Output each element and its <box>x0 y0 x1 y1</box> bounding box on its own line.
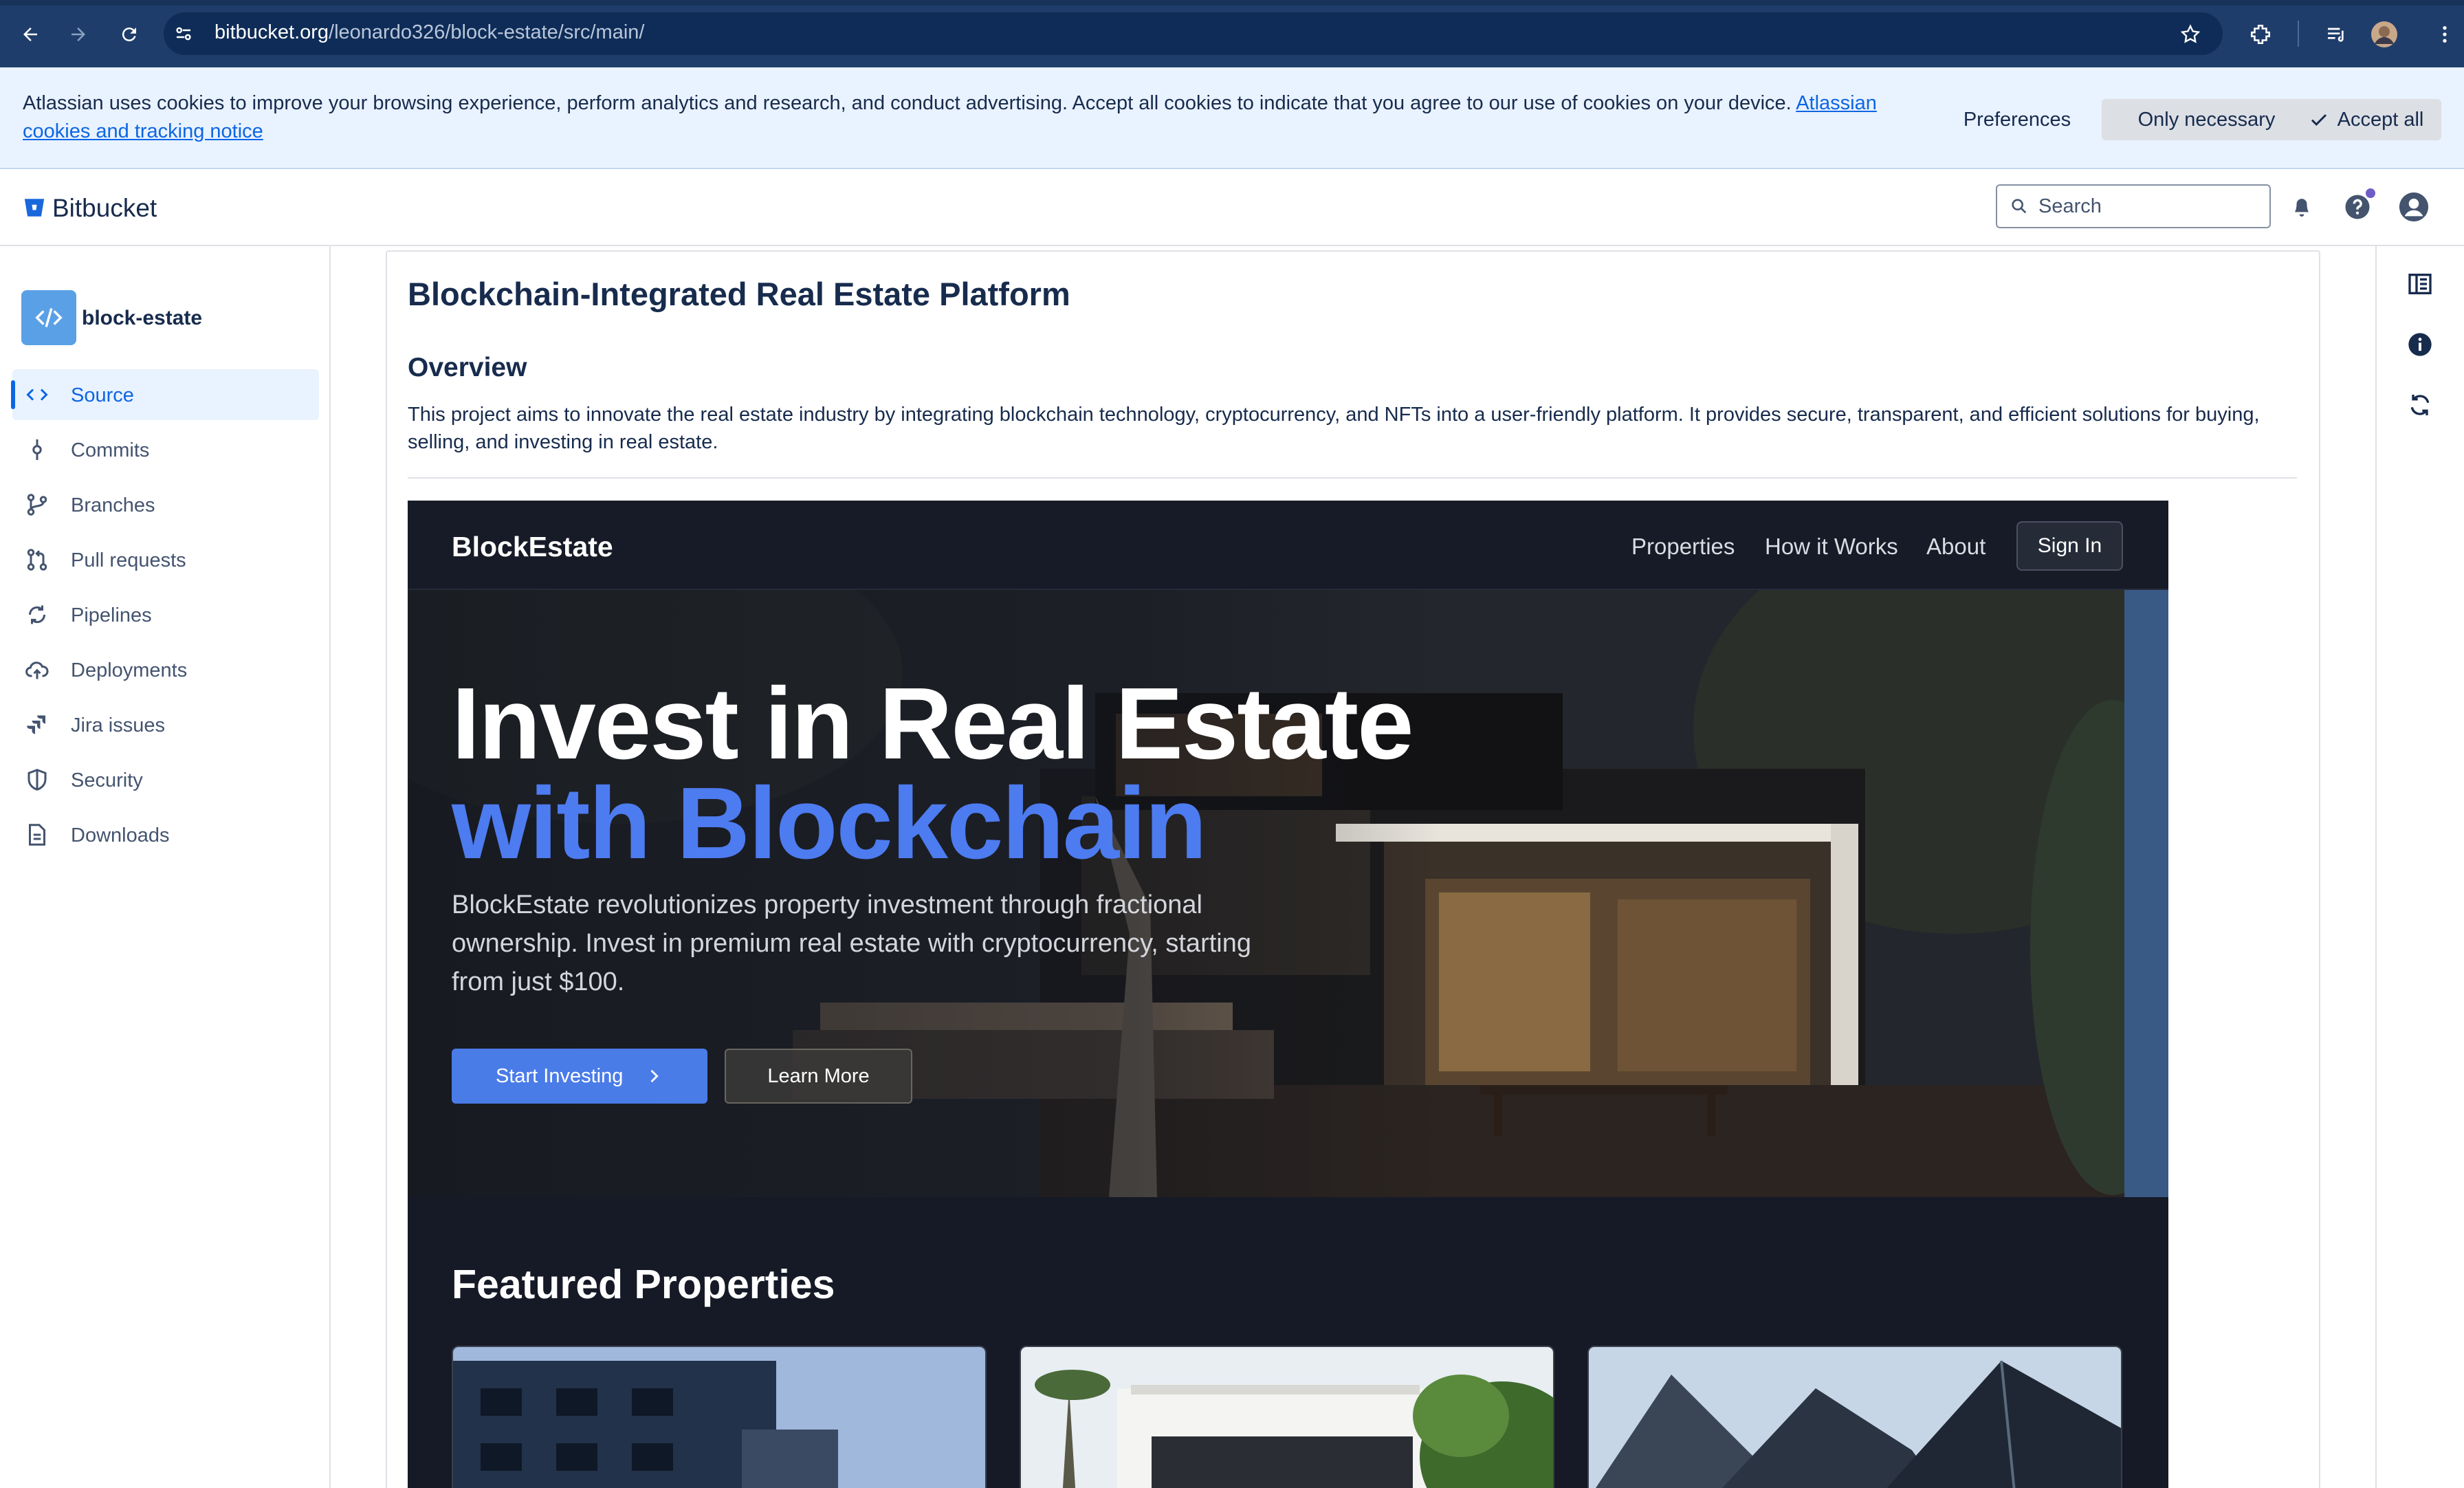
forward-arrow-icon <box>72 28 85 41</box>
sidebar-item-label: Pipelines <box>71 604 152 626</box>
sidebar-item-source[interactable]: Source <box>11 369 319 420</box>
cookie-accept-all-button[interactable]: Accept all <box>2291 99 2441 140</box>
search-icon <box>2010 197 2029 216</box>
preview-nav-about: About <box>1926 534 1986 559</box>
site-info-icon[interactable] <box>173 23 194 44</box>
divider <box>408 477 2297 479</box>
sidebar-item-label: Pull requests <box>71 549 186 571</box>
preview-brand: BlockEstate <box>452 531 613 562</box>
back-button[interactable] <box>12 17 48 52</box>
url-host: bitbucket.org <box>214 21 329 43</box>
villa-photo <box>1021 1347 1553 1488</box>
media-controls-icon[interactable] <box>2318 17 2354 52</box>
preview-sign-in-button: Sign In <box>2016 521 2123 571</box>
cookie-only-necessary-button[interactable]: Only necessary <box>2102 99 2311 140</box>
readme-title: Blockchain-Integrated Real Estate Platfo… <box>408 276 1070 312</box>
preview-featured-heading: Featured Properties <box>452 1262 835 1307</box>
sidebar-item-label: Source <box>71 384 134 406</box>
sidebar-item-label: Deployments <box>71 659 188 681</box>
preview-nav-how-it-works: How it Works <box>1765 534 1898 559</box>
help-badge <box>2366 188 2375 198</box>
repo-avatar[interactable] <box>21 290 76 345</box>
code-icon <box>26 389 48 401</box>
preview-property-card <box>452 1346 987 1488</box>
sidebar-item-label: Commits <box>71 439 150 461</box>
app-preview-image: BlockEstate Properties How it Works Abou… <box>408 501 2168 1488</box>
pipelines-icon <box>28 605 46 624</box>
url-text: bitbucket.org/leonardo326/block-estate/s… <box>214 21 644 44</box>
cookie-message: Atlassian uses cookies to improve your b… <box>23 92 1792 114</box>
checkmark-icon <box>2311 114 2326 126</box>
sync-icon[interactable] <box>2406 391 2434 419</box>
preview-headline-line1: Invest in Real Estate <box>452 667 1414 780</box>
preview-hero: Invest in Real Estate with Blockchain Bl… <box>408 590 2168 1197</box>
pull-request-icon <box>27 549 47 571</box>
chevron-right-icon <box>650 1069 659 1083</box>
sidebar-item-label: Jira issues <box>71 714 165 736</box>
account-avatar-icon[interactable] <box>2398 191 2430 223</box>
preview-edge-strip <box>2124 590 2168 1197</box>
extensions-icon[interactable] <box>2243 17 2278 52</box>
repo-name[interactable]: block-estate <box>82 307 202 330</box>
sidebar-item-downloads[interactable]: Downloads <box>12 809 319 860</box>
overview-text: This project aims to innovate the real e… <box>408 404 2260 453</box>
preview-description: BlockEstate revolutionizes property inve… <box>452 890 1251 996</box>
preview-nav-properties: Properties <box>1631 534 1735 559</box>
notifications-icon[interactable] <box>2288 193 2316 220</box>
preview-learn-more-button: Learn More <box>725 1049 912 1104</box>
cookie-banner-text: Atlassian uses cookies to improve your b… <box>23 89 1920 146</box>
back-arrow-icon <box>23 28 37 41</box>
info-icon[interactable] <box>2406 331 2434 358</box>
forward-button[interactable] <box>60 17 96 52</box>
start-investing-label: Start Investing <box>496 1065 624 1087</box>
sidebar-item-label: Downloads <box>71 824 170 846</box>
bookmark-star-icon[interactable] <box>2172 17 2208 52</box>
sidebar-item-pull-requests[interactable]: Pull requests <box>12 534 319 585</box>
browser-toolbar: bitbucket.org/leonardo326/block-estate/s… <box>0 0 2464 67</box>
url-path: /leonardo326/block-estate/src/main/ <box>329 21 645 43</box>
search-placeholder: Search <box>2038 195 2102 217</box>
more-menu-icon[interactable] <box>2427 17 2463 52</box>
overview-heading: Overview <box>408 353 527 382</box>
code-icon <box>35 308 63 327</box>
document-icon <box>29 824 45 846</box>
skyscraper-photo <box>1589 1347 2121 1488</box>
sidebar-item-label: Branches <box>71 494 155 516</box>
sidebar-item-jira-issues[interactable]: Jira issues <box>12 699 319 750</box>
preview-headline-line2: with Blockchain <box>452 767 1207 880</box>
preview-start-investing-button: Start Investing <box>452 1049 707 1104</box>
cookie-preferences-button[interactable]: Preferences <box>1954 99 2080 140</box>
commit-icon <box>32 439 42 460</box>
reload-icon <box>122 28 136 42</box>
branch-icon <box>27 494 47 516</box>
bitbucket-logo-text[interactable]: Bitbucket <box>52 194 157 223</box>
bitbucket-logo-icon[interactable] <box>23 196 46 219</box>
sidebar-item-pipelines[interactable]: Pipelines <box>12 589 319 640</box>
cloud-upload-icon <box>25 661 49 679</box>
accept-all-label: Accept all <box>2337 108 2424 131</box>
right-rail <box>2375 246 2464 1488</box>
panel-toggle-icon[interactable] <box>2406 270 2434 298</box>
sidebar-item-label: Security <box>71 769 143 791</box>
profile-avatar[interactable] <box>2366 17 2402 52</box>
sidebar-item-security[interactable]: Security <box>12 754 319 805</box>
preview-property-card <box>1587 1346 2122 1488</box>
apartment-photo <box>453 1347 985 1488</box>
sidebar-item-branches[interactable]: Branches <box>12 479 319 530</box>
sidebar-item-commits[interactable]: Commits <box>12 424 319 475</box>
shield-icon <box>28 769 47 791</box>
sidebar-item-deployments[interactable]: Deployments <box>12 644 319 695</box>
preview-property-card <box>1020 1346 1554 1488</box>
search-input[interactable] <box>1996 184 2271 228</box>
jira-icon <box>27 715 45 734</box>
reload-button[interactable] <box>111 17 147 52</box>
preview-navbar: BlockEstate Properties How it Works Abou… <box>408 501 2168 590</box>
